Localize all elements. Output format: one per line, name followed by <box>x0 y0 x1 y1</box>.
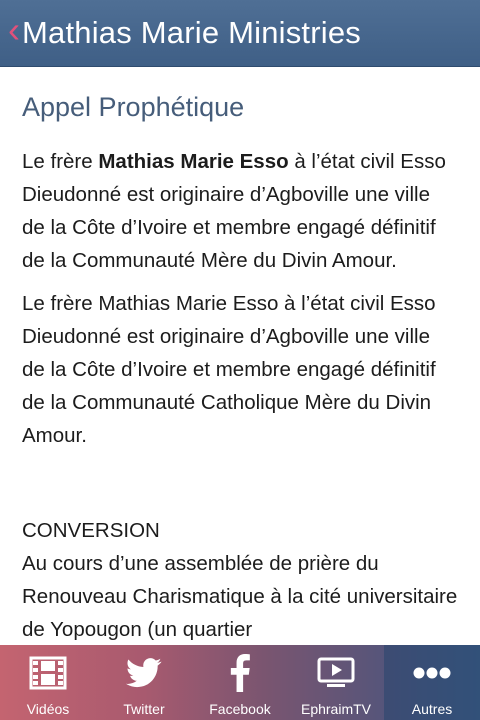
tab-facebook-label: Facebook <box>209 701 271 717</box>
tab-autres-label: Autres <box>411 701 453 717</box>
article-content[interactable]: Appel Prophétique Le frère Mathias Marie… <box>0 66 480 645</box>
tab-autres[interactable]: Autres <box>384 645 480 720</box>
section-title: Appel Prophétique <box>22 92 245 122</box>
tab-facebook[interactable]: Facebook <box>192 645 288 720</box>
person-name: Mathias Marie Esso <box>98 150 289 173</box>
tab-twitter[interactable]: Twitter <box>96 645 192 720</box>
chevron-left-icon: ‹ <box>8 9 20 50</box>
tab-twitter-label: Twitter <box>123 701 165 717</box>
paragraph-1-prefix: Le frère <box>22 150 99 173</box>
tab-bar: Vidéos Twitter Facebook EphraimTV Autres <box>0 645 480 720</box>
paragraph-3: Au cours d’une assemblée de prière du Re… <box>22 552 458 641</box>
twitter-bird-icon <box>124 653 164 693</box>
tab-ephraimtv-label: EphraimTV <box>300 701 372 717</box>
tab-ephraimtv[interactable]: EphraimTV <box>288 645 384 720</box>
nav-title: Mathias Marie Ministries <box>22 15 361 50</box>
back-button[interactable]: ‹ Mathias Marie Ministries <box>0 0 361 66</box>
conversion-heading: CONVERSION <box>22 519 160 542</box>
facebook-f-icon <box>220 653 260 693</box>
film-icon <box>28 653 68 693</box>
nav-bar: ‹ Mathias Marie Ministries <box>0 0 480 67</box>
tab-videos-label: Vidéos <box>26 701 70 717</box>
tab-videos[interactable]: Vidéos <box>0 645 96 720</box>
tv-play-icon <box>316 653 356 693</box>
more-dots-icon <box>412 653 452 693</box>
paragraph-2: Le frère Mathias Marie Esso à l’état civ… <box>22 292 436 447</box>
paragraph-1: Le frère Mathias Marie Esso à l’état civ… <box>22 145 458 277</box>
